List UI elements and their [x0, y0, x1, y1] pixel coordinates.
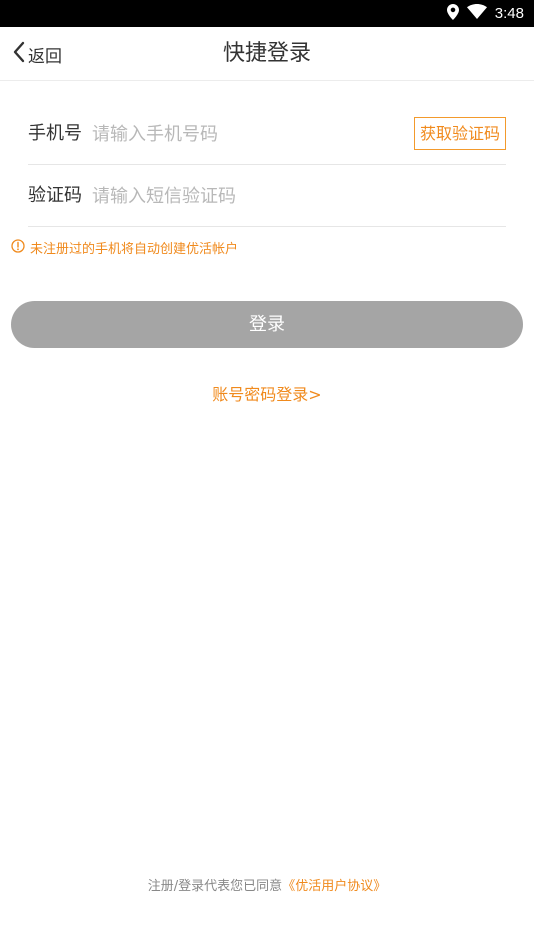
phone-label: 手机号 [28, 123, 82, 144]
nav-bar: 返回 快捷登录 [0, 27, 534, 81]
page-title: 快捷登录 [222, 41, 311, 66]
chevron-left-icon [12, 41, 25, 67]
login-button[interactable]: 登录 [11, 301, 523, 348]
password-login-link[interactable]: 账号密码登录> [212, 385, 321, 404]
code-input[interactable] [92, 178, 392, 214]
register-hint: 未注册过的手机将自动创建优活帐户 [11, 238, 239, 257]
status-bar: 3:48 [0, 0, 534, 27]
back-label: 返回 [28, 46, 62, 67]
status-icons: 3:48 [446, 0, 524, 27]
back-button[interactable]: 返回 [12, 27, 62, 81]
footer-prefix: 注册/登录代表您已同意 [147, 879, 283, 894]
wifi-icon [466, 4, 487, 23]
info-icon [11, 238, 25, 257]
phone-input[interactable] [92, 116, 392, 152]
get-code-button[interactable]: 获取验证码 [413, 117, 506, 150]
hint-text: 未注册过的手机将自动创建优活帐户 [30, 241, 239, 257]
footer: 注册/登录代表您已同意《优活用户协议》 [0, 875, 534, 894]
code-label: 验证码 [28, 185, 82, 206]
status-time: 3:48 [494, 5, 524, 22]
user-agreement-link[interactable]: 《优活用户协议》 [282, 879, 386, 894]
password-login-link-row: 账号密码登录> [0, 381, 534, 405]
location-icon [446, 3, 459, 24]
code-row: 验证码 [28, 165, 506, 227]
phone-row: 手机号 获取验证码 [28, 103, 506, 165]
